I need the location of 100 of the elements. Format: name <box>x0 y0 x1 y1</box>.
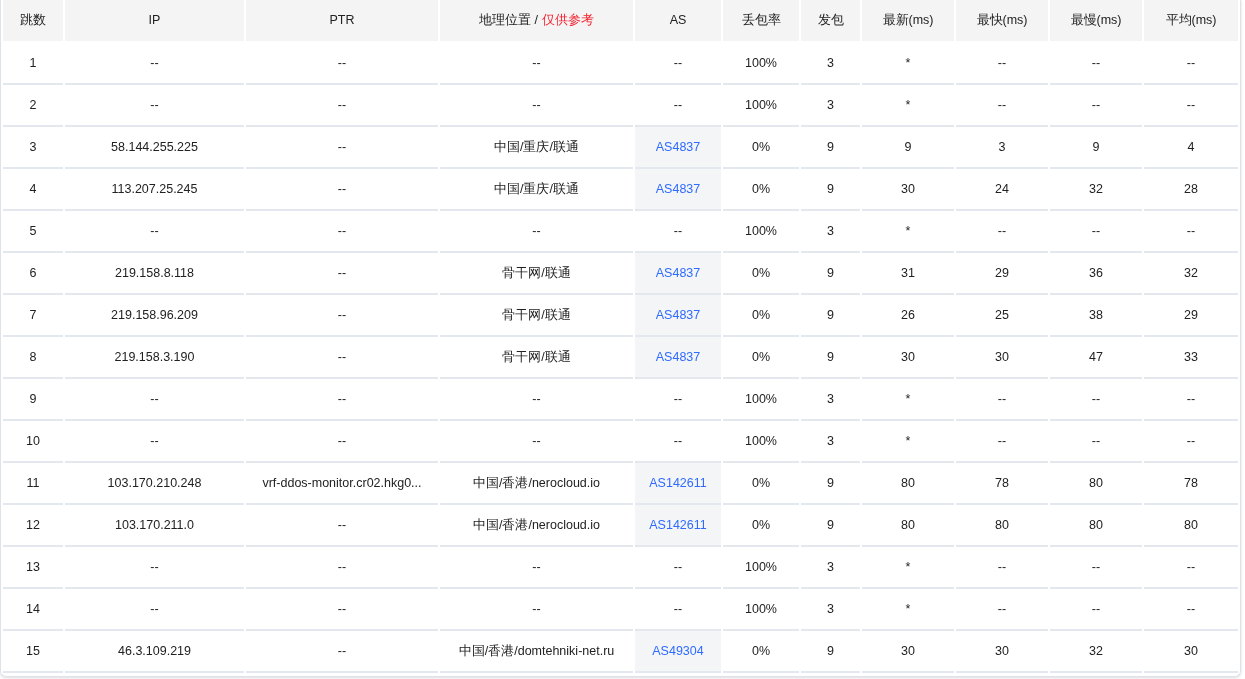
as-number: -- <box>635 43 721 83</box>
latest-latency: 80 <box>862 505 954 545</box>
column-header: PTR <box>246 0 438 41</box>
ptr-record: -- <box>246 127 438 167</box>
loss-rate: 0% <box>723 253 799 293</box>
ip-address: 219.158.3.190 <box>65 337 244 377</box>
worst-latency: 32 <box>1050 631 1142 671</box>
worst-latency: -- <box>1050 211 1142 251</box>
worst-latency: 9 <box>1050 127 1142 167</box>
loss-rate: 0% <box>723 295 799 335</box>
average-latency: 33 <box>1144 337 1238 377</box>
latest-latency: * <box>862 379 954 419</box>
sent-count: 3 <box>801 43 860 83</box>
ptr-record: -- <box>246 505 438 545</box>
average-latency: -- <box>1144 421 1238 461</box>
hop-number: 10 <box>3 421 63 461</box>
sent-count: 9 <box>801 127 860 167</box>
loss-rate: 100% <box>723 211 799 251</box>
average-latency: 4 <box>1144 127 1238 167</box>
ptr-record: vrf-ddos-monitor.cr02.hkg0... <box>246 463 438 503</box>
as-number: -- <box>635 211 721 251</box>
worst-latency: 38 <box>1050 295 1142 335</box>
loss-rate: 100% <box>723 379 799 419</box>
best-latency: -- <box>956 85 1048 125</box>
latest-latency: * <box>862 211 954 251</box>
latest-latency: 30 <box>862 169 954 209</box>
hop-number: 12 <box>3 505 63 545</box>
average-latency: -- <box>1144 85 1238 125</box>
average-latency: 80 <box>1144 505 1238 545</box>
as-number: -- <box>635 547 721 587</box>
best-latency: 25 <box>956 295 1048 335</box>
ip-address: 58.144.255.225 <box>65 127 244 167</box>
as-number: -- <box>635 379 721 419</box>
column-header: IP <box>65 0 244 41</box>
worst-latency: -- <box>1050 379 1142 419</box>
column-header: 平均(ms) <box>1144 0 1238 41</box>
sent-count: 9 <box>801 463 860 503</box>
sent-count: 3 <box>801 85 860 125</box>
ptr-record: -- <box>246 169 438 209</box>
geo-location: 骨干网/联通 <box>440 295 633 335</box>
ptr-record: -- <box>246 211 438 251</box>
ip-address: 219.158.8.118 <box>65 253 244 293</box>
sent-count: 9 <box>801 631 860 671</box>
average-latency: -- <box>1144 547 1238 587</box>
best-latency: -- <box>956 379 1048 419</box>
geo-location: 骨干网/联通 <box>440 337 633 377</box>
latest-latency: 31 <box>862 253 954 293</box>
worst-latency: 47 <box>1050 337 1142 377</box>
worst-latency: -- <box>1050 421 1142 461</box>
ip-address: 103.170.211.0 <box>65 505 244 545</box>
hop-number: 6 <box>3 253 63 293</box>
geo-location: -- <box>440 43 633 83</box>
ip-address: -- <box>65 421 244 461</box>
ptr-record: -- <box>246 379 438 419</box>
column-header: 跳数 <box>3 0 63 41</box>
latest-latency: * <box>862 589 954 629</box>
sent-count: 9 <box>801 169 860 209</box>
average-latency: 32 <box>1144 253 1238 293</box>
geo-location: -- <box>440 421 633 461</box>
loss-rate: 0% <box>723 127 799 167</box>
worst-latency: -- <box>1050 547 1142 587</box>
latest-latency: 80 <box>862 463 954 503</box>
average-latency: -- <box>1144 43 1238 83</box>
best-latency: 29 <box>956 253 1048 293</box>
best-latency: 78 <box>956 463 1048 503</box>
column-header: 丢包率 <box>723 0 799 41</box>
best-latency: -- <box>956 211 1048 251</box>
geo-location: 骨干网/联通 <box>440 253 633 293</box>
loss-rate: 0% <box>723 169 799 209</box>
best-latency: 30 <box>956 631 1048 671</box>
sent-count: 3 <box>801 547 860 587</box>
best-latency: -- <box>956 421 1048 461</box>
ip-address: -- <box>65 211 244 251</box>
as-number: -- <box>635 85 721 125</box>
hop-number: 2 <box>3 85 63 125</box>
latest-latency: 26 <box>862 295 954 335</box>
geo-location: -- <box>440 379 633 419</box>
geo-location: 中国/重庆/联通 <box>440 169 633 209</box>
geo-location: -- <box>440 589 633 629</box>
ip-address: -- <box>65 589 244 629</box>
hop-number: 5 <box>3 211 63 251</box>
loss-rate: 0% <box>723 463 799 503</box>
as-number: -- <box>635 589 721 629</box>
average-latency: 78 <box>1144 463 1238 503</box>
ptr-record: -- <box>246 253 438 293</box>
worst-latency: -- <box>1050 85 1142 125</box>
hop-number: 11 <box>3 463 63 503</box>
as-number: -- <box>635 421 721 461</box>
latest-latency: 30 <box>862 337 954 377</box>
sent-count: 9 <box>801 295 860 335</box>
sent-count: 9 <box>801 337 860 377</box>
ip-address: 113.207.25.245 <box>65 169 244 209</box>
ip-address: 219.158.96.209 <box>65 295 244 335</box>
geo-location: -- <box>440 85 633 125</box>
ptr-record: -- <box>246 547 438 587</box>
loss-rate: 100% <box>723 547 799 587</box>
column-header: AS <box>635 0 721 41</box>
ptr-record: -- <box>246 295 438 335</box>
worst-latency: 32 <box>1050 169 1142 209</box>
geo-location: 中国/香港/nerocloud.io <box>440 463 633 503</box>
